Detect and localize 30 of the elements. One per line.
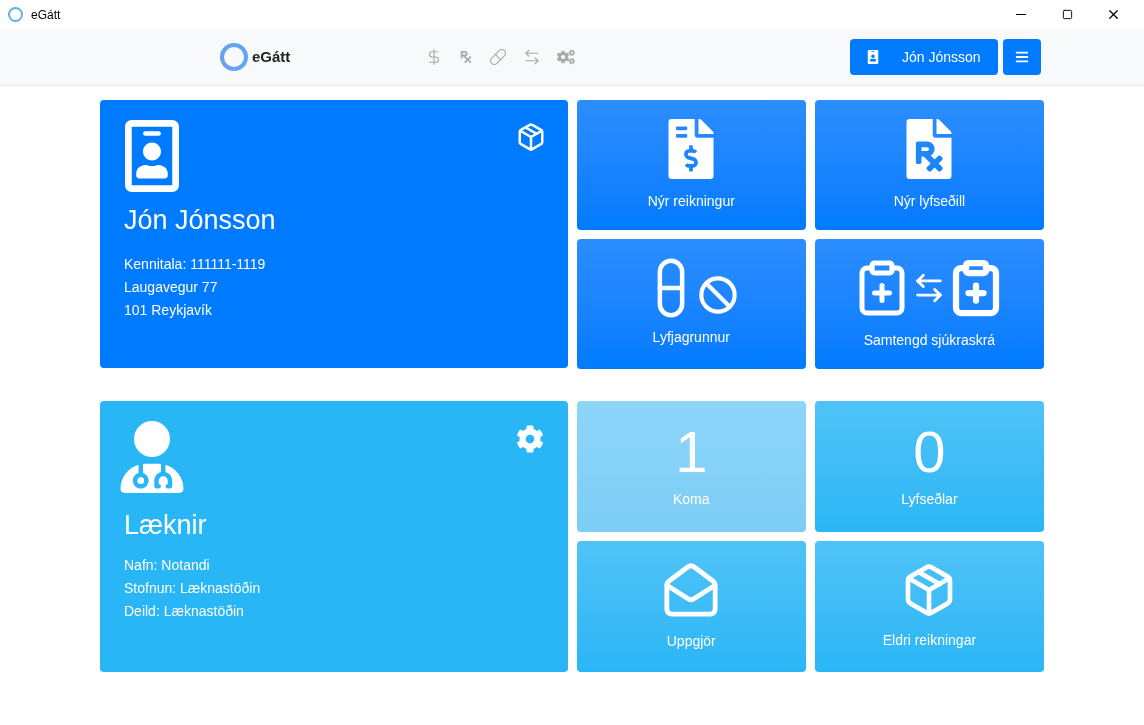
minimize-icon	[1016, 14, 1026, 15]
app-icon	[8, 7, 23, 22]
user-button[interactable]: Jón Jónsson	[850, 39, 998, 75]
maximize-icon	[1061, 9, 1073, 20]
pill-icon[interactable]	[489, 48, 508, 66]
action-tile[interactable]: Nýr lyfseðill	[814, 100, 1044, 230]
action-tile[interactable]: Samtengd sjúkraskrá	[814, 239, 1044, 369]
settings-icon[interactable]	[515, 425, 544, 453]
patient-detail: Kennitala: 111111-1119	[124, 254, 267, 274]
count-tile[interactable]: 0 Lyfseðlar	[814, 401, 1044, 532]
menu-button[interactable]	[1003, 39, 1041, 75]
action-tile[interactable]: Eldri reikningar	[814, 541, 1044, 672]
exchange-icon[interactable]	[523, 48, 542, 66]
logo-icon	[220, 43, 248, 71]
doctor-detail: Nafn: Notandi	[124, 555, 211, 575]
id-badge-icon	[866, 50, 880, 64]
doctor-detail: Stofnun: Læknastöðin	[124, 578, 262, 598]
menu-icon	[1015, 50, 1029, 64]
prescription-icon[interactable]	[459, 50, 474, 64]
settings-icon[interactable]	[557, 48, 576, 66]
action-tile[interactable]: Uppgjör	[576, 541, 806, 672]
window-title: eGátt	[31, 6, 61, 23]
action-tile[interactable]: Lyfjagrunnur	[576, 239, 806, 369]
brand-name[interactable]: eGátt	[252, 45, 291, 69]
doctor-title: Læknir	[124, 509, 208, 542]
doctor-detail: Deild: Læknastöðin	[124, 601, 245, 621]
patient-detail: Laugavegur 77	[124, 277, 219, 297]
patient-detail: 101 Reykjavík	[124, 300, 213, 320]
patient-name: Jón Jónsson	[124, 204, 277, 237]
action-tile[interactable]: Nýr reikningur	[576, 100, 806, 230]
